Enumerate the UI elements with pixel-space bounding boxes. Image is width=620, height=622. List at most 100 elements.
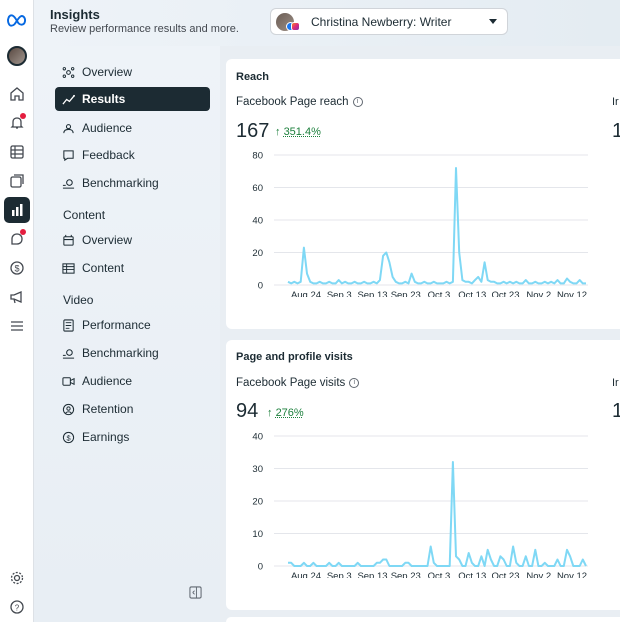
x-tick-label: Nov 12	[557, 571, 587, 578]
nav-video-earnings[interactable]: $ Earnings	[55, 425, 210, 449]
page-title: Insights	[50, 7, 100, 22]
home-icon[interactable]	[4, 81, 30, 107]
nav-label: Audience	[82, 121, 133, 135]
x-tick-label: Oct 23	[492, 290, 520, 297]
nav-results[interactable]: Results	[55, 87, 210, 111]
x-tick-label: Sep 13	[357, 571, 387, 578]
series-line	[287, 167, 586, 285]
visits-chart: 0 10 20 30 40 Aug 24 Sep 3 Sep 13 Sep 23 Oct 3 Oct…	[252, 432, 588, 578]
insights-icon[interactable]	[4, 197, 30, 223]
results-icon	[61, 92, 75, 106]
right-metric-label: Ir	[612, 96, 619, 108]
metric-label-text: Facebook Page visits	[236, 377, 346, 389]
y-tick-label: 0	[258, 562, 263, 573]
change-percent[interactable]: 351.4%	[284, 126, 321, 138]
nav-video-performance[interactable]: Performance	[55, 313, 210, 337]
up-arrow-icon: ↑	[267, 407, 276, 419]
account-name: Christina Newberry: Writer	[311, 15, 452, 29]
nav-label: Earnings	[82, 430, 130, 444]
x-tick-label: Sep 23	[391, 290, 421, 297]
icon-rail: $ ?	[0, 0, 34, 622]
x-tick-label: Sep 23	[391, 571, 421, 578]
nav-overview[interactable]: Overview	[55, 60, 210, 84]
benchmarking-icon	[61, 346, 75, 360]
earnings-icon: $	[61, 430, 75, 444]
nav-video-retention[interactable]: Retention	[55, 397, 210, 421]
info-icon[interactable]: i	[349, 378, 360, 388]
y-tick-label: 40	[252, 216, 263, 227]
page-subtitle: Review performance results and more.	[50, 23, 239, 35]
menu-icon[interactable]	[4, 313, 30, 339]
feedback-icon	[61, 148, 75, 162]
page-header: Insights Review performance results and …	[34, 0, 620, 46]
nav-label: Content	[82, 261, 125, 275]
x-tick-label: Sep 3	[327, 290, 352, 297]
metric-label: Facebook Page reach i	[236, 96, 363, 108]
instagram-badge-icon	[291, 22, 300, 31]
card-title: Page and profile visits	[236, 351, 353, 363]
svg-text:$: $	[14, 264, 19, 274]
nav-label: Feedback	[82, 148, 135, 162]
notification-dot	[20, 113, 26, 119]
x-tick-label: Sep 13	[357, 290, 387, 297]
x-tick-label: Oct 13	[458, 290, 486, 297]
nav-label: Retention	[82, 402, 134, 416]
section-video: Video	[63, 293, 94, 307]
profile-avatar[interactable]	[4, 43, 30, 69]
content-icon[interactable]	[4, 168, 30, 194]
x-tick-label: Sep 3	[327, 571, 352, 578]
nav-content-overview[interactable]: Overview	[55, 228, 210, 252]
y-tick-label: 30	[252, 464, 263, 475]
next-card	[226, 617, 620, 622]
visits-card: Page and profile visits Facebook Page vi…	[226, 340, 620, 610]
right-metric-value: 1	[612, 400, 620, 422]
notifications-icon[interactable]	[4, 110, 30, 136]
x-tick-label: Aug 24	[291, 290, 321, 297]
x-tick-label: Nov 2	[526, 290, 551, 297]
nav-benchmarking[interactable]: Benchmarking	[55, 171, 210, 195]
right-metric-label: Ir	[612, 377, 619, 389]
reach-chart: 0 20 40 60 80 Aug 24 Sep 3 Sep 13 Sep 23 Oct 3 Oct…	[252, 151, 588, 297]
nav-feedback[interactable]: Feedback	[55, 143, 210, 167]
metric-value: 167	[236, 120, 270, 142]
change-percent[interactable]: 276%	[276, 407, 304, 419]
y-tick-label: 80	[252, 151, 263, 162]
x-tick-label: Oct 3	[428, 571, 451, 578]
benchmarking-icon	[61, 176, 75, 190]
nav-label: Overview	[82, 65, 133, 79]
x-tick-label: Oct 3	[428, 290, 451, 297]
retention-icon	[61, 402, 75, 416]
chevron-down-icon	[489, 19, 497, 24]
metric-value: 94	[236, 400, 259, 422]
audience-icon	[61, 121, 75, 135]
metric-change: ↑ 276%	[267, 407, 304, 419]
nav-video-benchmarking[interactable]: Benchmarking	[55, 341, 210, 365]
nav-label: Performance	[82, 318, 151, 332]
x-tick-label: Nov 2	[526, 571, 551, 578]
nav-label: Benchmarking	[82, 176, 159, 190]
table-icon[interactable]	[4, 139, 30, 165]
meta-logo[interactable]	[4, 7, 30, 33]
account-switcher[interactable]: Christina Newberry: Writer	[270, 8, 508, 35]
settings-icon[interactable]	[4, 565, 30, 591]
metric-label-text: Facebook Page reach	[236, 96, 349, 108]
y-tick-label: 60	[252, 183, 263, 194]
monetization-icon[interactable]: $	[4, 255, 30, 281]
y-tick-label: 20	[252, 497, 263, 508]
messages-icon[interactable]	[4, 226, 30, 252]
nav-content-content[interactable]: Content	[55, 256, 210, 280]
nav-label: Overview	[82, 233, 133, 247]
reach-card: Reach Facebook Page reach i 167 ↑ 351.4%…	[226, 59, 620, 329]
nav-audience[interactable]: Audience	[55, 116, 210, 140]
ads-icon[interactable]	[4, 284, 30, 310]
messages-dot	[20, 229, 26, 235]
help-icon[interactable]: ?	[4, 594, 30, 620]
x-tick-label: Oct 23	[492, 571, 520, 578]
x-tick-label: Oct 13	[458, 571, 486, 578]
collapse-panel-icon[interactable]	[189, 586, 203, 600]
metric-label: Facebook Page visits i	[236, 377, 360, 389]
info-icon[interactable]: i	[352, 97, 363, 107]
metric-change: ↑ 351.4%	[275, 126, 321, 138]
nav-video-audience[interactable]: Audience	[55, 369, 210, 393]
card-title: Reach	[236, 71, 270, 83]
